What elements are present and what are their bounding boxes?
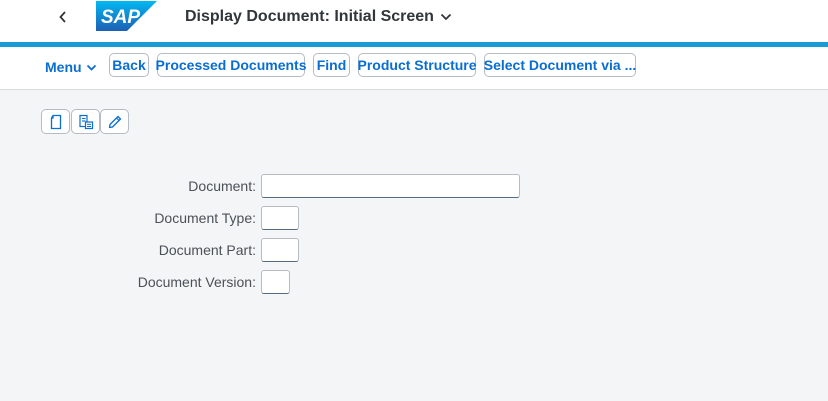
product-structure-label: Product Structure	[357, 57, 477, 73]
back-button-label: Back	[112, 57, 146, 73]
menu-chevron-down-icon	[86, 64, 96, 71]
find-button[interactable]: Find	[313, 53, 350, 77]
find-button-label: Find	[316, 57, 347, 73]
document-type-label: Document Type:	[154, 210, 256, 226]
document-part-label: Document Part:	[158, 242, 256, 258]
toolbar: Menu Back Processed Documents Find Produ…	[0, 47, 828, 90]
document-version-label: Document Version:	[137, 274, 256, 290]
processed-documents-button[interactable]: Processed Documents	[155, 53, 307, 77]
document-version-input[interactable]	[261, 270, 290, 294]
processed-documents-label: Processed Documents	[155, 57, 307, 73]
document-label: Document:	[188, 178, 256, 194]
document-list-button[interactable]	[71, 109, 100, 134]
document-part-input[interactable]	[261, 238, 299, 262]
app-title-text: Display Document: Initial Screen	[185, 8, 434, 25]
back-chevron-icon[interactable]	[54, 6, 72, 28]
menu-button-label: Menu	[45, 59, 82, 75]
document-list-icon	[78, 114, 93, 129]
create-document-icon	[50, 114, 61, 129]
product-structure-button[interactable]: Product Structure	[357, 53, 477, 77]
chevron-down-icon	[440, 13, 452, 21]
edit-button[interactable]	[100, 109, 129, 134]
select-document-via-button[interactable]: Select Document via ...	[484, 53, 636, 77]
document-input[interactable]	[261, 174, 520, 198]
sap-logo: SAP	[96, 1, 157, 31]
menu-button[interactable]: Menu	[45, 55, 97, 79]
back-button[interactable]: Back	[109, 53, 149, 77]
select-document-via-label: Select Document via ...	[483, 57, 637, 73]
document-type-input[interactable]	[261, 206, 299, 230]
shell-header: SAP Display Document: Initial Screen	[0, 0, 828, 42]
app-title[interactable]: Display Document: Initial Screen	[185, 6, 452, 28]
edit-pencil-icon	[108, 115, 121, 128]
sap-logo-text: SAP	[101, 7, 140, 28]
create-document-button[interactable]	[41, 109, 70, 134]
